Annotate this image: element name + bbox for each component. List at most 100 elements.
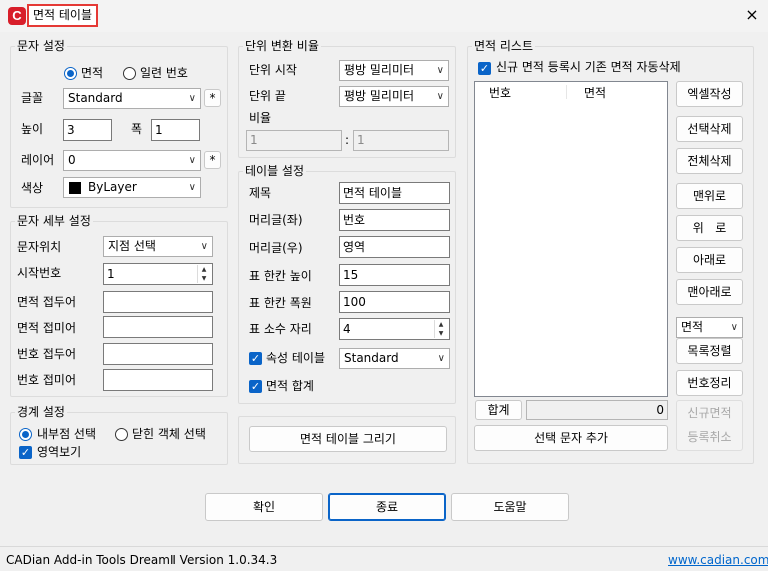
- text-position-value: 지점 선택: [108, 239, 156, 253]
- spin-up-icon[interactable]: ▲: [435, 320, 447, 329]
- boundary-legend: 경계 설정: [15, 405, 67, 419]
- move-top-button[interactable]: 맨위로: [676, 183, 743, 209]
- auto-delete-checkbox[interactable]: ✓: [478, 62, 491, 75]
- height-input[interactable]: 3: [63, 119, 112, 141]
- font-select-value: Standard: [68, 91, 123, 105]
- sort-list-button[interactable]: 목록정렬: [676, 338, 743, 364]
- help-button[interactable]: 도움말: [451, 493, 569, 521]
- number-prefix-input[interactable]: [103, 343, 213, 365]
- radio-area[interactable]: [64, 67, 77, 80]
- header-right-input[interactable]: 영역: [339, 236, 450, 258]
- spin-up-icon[interactable]: ▲: [198, 265, 210, 274]
- renumber-button[interactable]: 번호정리: [676, 370, 743, 396]
- header-divider: [566, 85, 567, 99]
- website-link[interactable]: www.cadian.com: [668, 553, 768, 567]
- chevron-down-icon: ∨: [188, 93, 196, 104]
- start-number-label: 시작번호: [17, 266, 62, 280]
- attribute-table-checkbox[interactable]: ✓: [249, 352, 262, 365]
- title-bar: [0, 0, 768, 32]
- layer-more-button[interactable]: *: [204, 151, 221, 169]
- move-up-button[interactable]: 위 로: [676, 215, 743, 241]
- font-select[interactable]: Standard ∨: [63, 88, 201, 109]
- window-title: 면적 테이블: [27, 4, 99, 27]
- radio-serial-number[interactable]: [123, 67, 136, 80]
- text-settings-legend: 문자 설정: [15, 39, 67, 53]
- color-label: 색상: [21, 181, 44, 195]
- close-button[interactable]: 종료: [328, 493, 446, 521]
- delete-all-button[interactable]: 전체삭제: [676, 148, 743, 174]
- area-sum-checkbox[interactable]: ✓: [249, 380, 262, 393]
- header-left-input[interactable]: 번호: [339, 209, 450, 231]
- total-value: 0: [656, 403, 664, 417]
- width-input[interactable]: 1: [151, 119, 200, 141]
- radio-internal-point[interactable]: [19, 428, 32, 441]
- area-view-checkbox[interactable]: ✓: [19, 446, 32, 459]
- draw-area-table-button[interactable]: 면적 테이블 그리기: [249, 426, 447, 452]
- unit-start-select[interactable]: 평방 밀리미터 ∨: [339, 60, 449, 81]
- column-header-number[interactable]: 번호: [489, 86, 511, 100]
- area-list-legend: 면적 리스트: [472, 39, 536, 53]
- start-number-stepper[interactable]: 1 ▲ ▼: [103, 263, 213, 285]
- chevron-down-icon: ∨: [436, 91, 444, 102]
- chevron-down-icon: ∨: [437, 353, 445, 364]
- unit-end-select[interactable]: 평방 밀리미터 ∨: [339, 86, 449, 107]
- number-prefix-label: 번호 접두어: [17, 347, 77, 361]
- layer-select[interactable]: 0 ∨: [63, 150, 201, 171]
- attribute-table-select[interactable]: Standard ∨: [339, 348, 450, 369]
- total-label-button[interactable]: 합계: [475, 400, 522, 420]
- column-header-area[interactable]: 면적: [584, 86, 606, 100]
- area-view-label: 영역보기: [37, 445, 82, 459]
- new-area-label: 신규면적: [687, 406, 732, 420]
- total-value-field: 0: [526, 400, 668, 420]
- unit-start-label: 단위 시작: [249, 63, 297, 77]
- unit-end-label: 단위 끝: [249, 89, 286, 103]
- ratio-b-input: 1: [353, 130, 449, 151]
- text-detail-legend: 문자 세부 설정: [15, 214, 93, 228]
- ratio-label: 비율: [249, 111, 272, 125]
- attribute-table-label: 속성 테이블: [266, 351, 326, 365]
- color-select[interactable]: ByLayer ∨: [63, 177, 201, 198]
- spin-buttons[interactable]: ▲ ▼: [197, 265, 210, 283]
- chevron-down-icon: ∨: [730, 322, 738, 333]
- delete-selected-button[interactable]: 선택삭제: [676, 116, 743, 142]
- move-bottom-button[interactable]: 맨아래로: [676, 279, 743, 305]
- text-position-label: 문자위치: [17, 240, 62, 254]
- chevron-down-icon: ∨: [200, 241, 208, 252]
- chevron-down-icon: ∨: [188, 182, 196, 193]
- spin-down-icon[interactable]: ▼: [198, 274, 210, 283]
- spin-buttons[interactable]: ▲ ▼: [434, 320, 447, 338]
- close-icon[interactable]: ×: [740, 4, 764, 26]
- area-suffix-input[interactable]: [103, 316, 213, 338]
- excel-export-button[interactable]: 엑셀작성: [676, 81, 743, 107]
- unit-conversion-legend: 단위 변환 비율: [243, 39, 321, 53]
- layer-label: 레이어: [21, 153, 55, 167]
- register-new-area-button[interactable]: 신규면적 등록취소: [676, 400, 743, 451]
- number-suffix-input[interactable]: [103, 369, 213, 391]
- area-prefix-input[interactable]: [103, 291, 213, 313]
- radio-area-label: 면적: [81, 66, 104, 80]
- text-position-select[interactable]: 지점 선택 ∨: [103, 236, 213, 257]
- move-down-button[interactable]: 아래로: [676, 247, 743, 273]
- area-list-table[interactable]: 번호 면적: [474, 81, 668, 397]
- column-width-input[interactable]: 100: [339, 291, 450, 313]
- auto-delete-label: 신규 면적 등록시 기존 면적 자동삭제: [496, 60, 681, 74]
- radio-closed-object[interactable]: [115, 428, 128, 441]
- chevron-down-icon: ∨: [188, 155, 196, 166]
- font-label: 글꼴: [21, 91, 44, 105]
- spin-down-icon[interactable]: ▼: [435, 329, 447, 338]
- radio-serial-number-label: 일련 번호: [140, 66, 188, 80]
- decimals-value: 4: [343, 322, 351, 336]
- font-more-button[interactable]: *: [204, 89, 221, 107]
- add-selected-text-button[interactable]: 선택 문자 추가: [474, 425, 668, 451]
- table-title-input[interactable]: 면적 테이블: [339, 182, 450, 204]
- radio-internal-point-label: 내부점 선택: [37, 427, 97, 441]
- ok-button[interactable]: 확인: [205, 493, 323, 521]
- radio-closed-object-label: 닫힌 객체 선택: [132, 427, 206, 441]
- area-suffix-label: 면적 접미어: [17, 321, 77, 335]
- sort-key-select[interactable]: 면적 ∨: [676, 317, 743, 338]
- row-height-input[interactable]: 15: [339, 264, 450, 286]
- unit-start-value: 평방 밀리미터: [344, 63, 415, 77]
- ratio-separator: :: [345, 133, 350, 147]
- decimals-stepper[interactable]: 4 ▲ ▼: [339, 318, 450, 340]
- layer-select-value: 0: [68, 153, 76, 167]
